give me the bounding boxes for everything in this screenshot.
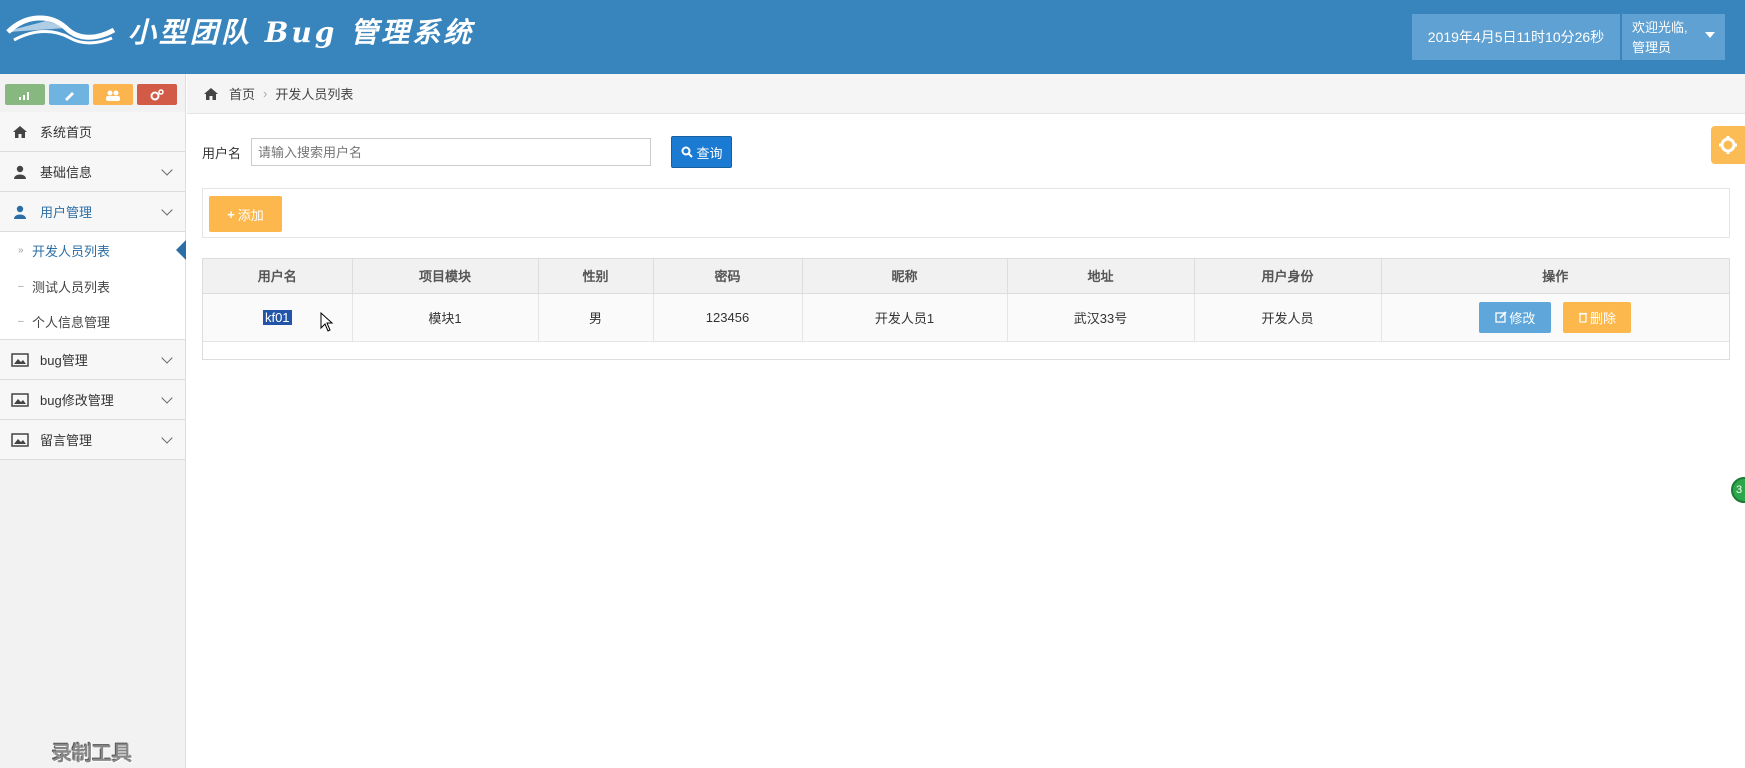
chevron-down-icon [161, 392, 173, 404]
trash-icon [1579, 312, 1588, 323]
table-cell-actions: 修改 删除 [1381, 293, 1729, 342]
sidebar-item-bug-management[interactable]: bug管理 [0, 340, 185, 380]
logo-wave-icon [6, 15, 116, 45]
column-header: 密码 [653, 259, 803, 294]
user-icon [10, 204, 30, 220]
signal-icon [19, 91, 29, 100]
mouse-cursor-icon [320, 312, 334, 332]
picture-icon [10, 392, 30, 408]
user-icon [10, 164, 30, 180]
sidebar-item-message-management[interactable]: 留言管理 [0, 420, 185, 460]
column-header: 昵称 [802, 259, 1008, 294]
user-role: 管理员 [1632, 40, 1672, 55]
table-cell: 开发人员 [1194, 293, 1382, 342]
sidebar-item-label: 用户管理 [40, 205, 93, 220]
edit-button[interactable]: 修改 [1479, 301, 1552, 333]
sidebar-subitem-tester-list[interactable]: – 测试人员列表 [0, 268, 185, 304]
sidebar-item-bug-fix-management[interactable]: bug修改管理 [0, 380, 185, 420]
caret-down-icon [1705, 32, 1715, 38]
pencil-icon [65, 91, 74, 101]
search-input[interactable] [251, 138, 652, 166]
shortcut-pencil-button[interactable] [49, 84, 89, 105]
dash-icon: – [18, 280, 24, 292]
search-button[interactable]: 查询 [671, 136, 733, 168]
shortcut-users-button[interactable] [93, 84, 133, 105]
table-cell: 模块1 [352, 293, 539, 342]
sidebar-item-home[interactable]: 系统首页 [0, 112, 185, 152]
shortcut-signal-button[interactable] [5, 84, 45, 105]
picture-icon [10, 432, 30, 448]
welcome-text: 欢迎光临, [1632, 20, 1688, 35]
cogs-icon [150, 88, 164, 100]
table-cell: 开发人员1 [802, 293, 1008, 342]
sidebar-item-user-management[interactable]: 用户管理 [0, 192, 185, 232]
edit-icon [1495, 311, 1507, 323]
settings-toggle-button[interactable] [1711, 126, 1745, 164]
sidebar-item-label: 基础信息 [40, 165, 93, 180]
sidebar-subitem-label: 测试人员列表 [32, 279, 111, 295]
sidebar-item-label: bug管理 [40, 353, 88, 368]
breadcrumb-current: 开发人员列表 [275, 87, 354, 102]
sidebar-item-label: 系统首页 [40, 125, 93, 140]
sidebar-subitem-label: 开发人员列表 [32, 243, 111, 259]
column-header: 项目模块 [352, 259, 539, 294]
shortcut-cogs-button[interactable] [137, 84, 177, 105]
breadcrumb-separator: › [263, 86, 268, 101]
picture-icon [10, 352, 30, 368]
logo: 小型团队 Bug 管理系统 [6, 10, 474, 52]
plus-icon: + [227, 206, 235, 222]
add-button-label: 添加 [237, 207, 264, 223]
top-header: 小型团队 Bug 管理系统 2019年4月5日11时10分26秒 欢迎光临, 管… [0, 0, 1745, 74]
search-button-label: 查询 [696, 145, 723, 161]
column-header: 用户名 [203, 259, 353, 294]
table-cell: 123456 [653, 293, 803, 342]
developer-table: 用户名 项目模块 性别 密码 昵称 地址 用户身份 操作 kf01 模块1 男 … [202, 258, 1730, 360]
table-header-row: 用户名 项目模块 性别 密码 昵称 地址 用户身份 操作 [203, 259, 1729, 294]
column-header: 地址 [1007, 259, 1195, 294]
sidebar-item-label: 留言管理 [40, 433, 93, 448]
edit-button-label: 修改 [1509, 310, 1536, 326]
users-icon [106, 90, 120, 101]
dash-icon: – [18, 316, 24, 327]
user-menu[interactable]: 欢迎光临, 管理员 [1622, 14, 1725, 60]
search-form: 用户名 查询 [202, 136, 733, 168]
sidebar-subitem-personal-info[interactable]: – 个人信息管理 [0, 304, 185, 340]
recorder-watermark: 录制工具 [52, 743, 132, 765]
delete-button[interactable]: 删除 [1563, 301, 1632, 333]
delete-button-label: 删除 [1590, 310, 1617, 326]
sidebar: 系统首页 基础信息 用户管理 » 开发人员列表 – 测试人员列表 – 个人信息管… [0, 74, 186, 768]
add-button[interactable]: + 添加 [209, 196, 282, 232]
home-icon [10, 124, 30, 140]
app-title: 小型团队 Bug 管理系统 [128, 16, 475, 49]
breadcrumb-home-link[interactable]: 首页 [229, 84, 255, 103]
floating-badge-button[interactable]: 3 [1731, 477, 1745, 503]
sidebar-item-label: bug修改管理 [40, 393, 114, 408]
search-icon [681, 146, 693, 158]
table-row: kf01 模块1 男 123456 开发人员1 武汉33号 开发人员 修改 删除 [203, 293, 1729, 342]
shortcut-bar [0, 74, 185, 112]
column-header: 操作 [1381, 259, 1729, 294]
chevron-down-icon [161, 432, 173, 444]
chevron-down-icon [161, 164, 173, 176]
breadcrumb: 首页 › 开发人员列表 [187, 74, 1745, 114]
gear-icon [1719, 136, 1737, 154]
search-label: 用户名 [202, 145, 242, 161]
username-value: kf01 [262, 309, 292, 325]
sidebar-subitem-label: 个人信息管理 [32, 315, 111, 330]
table-cell: 武汉33号 [1007, 293, 1195, 342]
column-header: 性别 [538, 259, 654, 294]
datetime-display: 2019年4月5日11时10分26秒 [1412, 14, 1620, 60]
toolbar: + 添加 [202, 188, 1730, 238]
sidebar-subitem-developer-list[interactable]: » 开发人员列表 [0, 232, 186, 268]
angle-right-icon: » [18, 244, 24, 256]
column-header: 用户身份 [1194, 259, 1382, 294]
chevron-down-icon [161, 204, 173, 216]
home-icon [204, 87, 218, 100]
chevron-down-icon [161, 352, 173, 364]
table-cell: 男 [538, 293, 654, 342]
sidebar-item-basic-info[interactable]: 基础信息 [0, 152, 185, 192]
